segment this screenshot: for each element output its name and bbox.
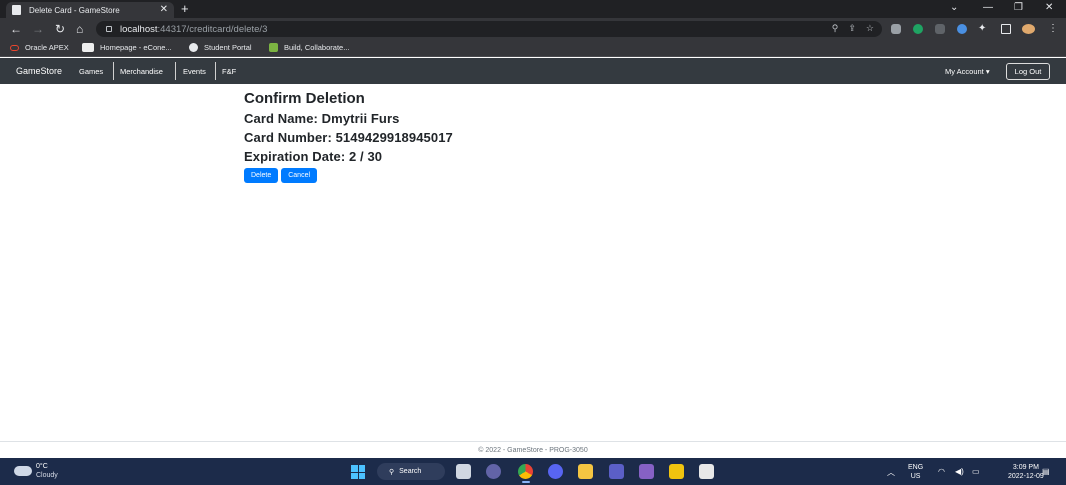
extension-icon[interactable] [957,24,967,34]
avatar[interactable] [1022,24,1035,34]
my-account-label: My Account [945,67,984,76]
taskbar-search[interactable]: ⚲ Search [377,463,445,480]
sidepanel-icon[interactable] [1001,24,1011,34]
cloud-icon[interactable] [14,466,32,476]
forward-icon[interactable]: → [32,22,44,36]
start-icon[interactable] [351,465,365,479]
logout-button[interactable]: Log Out [1006,63,1050,80]
extension-icon[interactable] [891,24,901,34]
visual-studio-icon[interactable] [639,464,654,479]
expiration-date: Expiration Date: 2 / 30 [244,149,383,164]
site-icon [82,43,94,52]
site-navbar: GameStore Games Merchandise Events F&F M… [0,58,1066,84]
tab-title: Delete Card - GameStore [29,5,120,15]
weather-desc[interactable]: Cloudy [36,472,58,479]
bookmark-item[interactable]: Homepage - eCone... [82,43,172,52]
close-window-icon[interactable]: ✕ [1045,2,1053,14]
action-buttons: Delete Cancel [244,168,453,183]
bookmark-item[interactable]: Build, Collaborate... [269,43,349,52]
teams-icon[interactable] [609,464,624,479]
my-account-dropdown[interactable]: My Account ▾ [945,67,990,76]
nav-merchandise[interactable]: Merchandise [120,67,163,76]
nav-divider [175,62,176,80]
task-view-icon[interactable] [456,464,471,479]
home-icon[interactable]: ⌂ [76,22,83,36]
share-icon[interactable]: ⇪ [848,23,856,34]
search-icon: ⚲ [389,468,395,476]
chrome-icon[interactable] [518,464,533,479]
search-label: Search [399,468,422,475]
chevron-up-icon[interactable]: ︿ [887,467,895,478]
zoom-icon[interactable]: ⚲ [832,23,839,34]
minimize-icon[interactable]: — [983,2,993,14]
app-icon[interactable] [699,464,714,479]
delete-button[interactable]: Delete [244,168,279,183]
reload-icon[interactable]: ↻ [55,22,65,36]
caret-down-icon: ▾ [985,67,990,76]
site-icon [269,43,278,52]
clock[interactable]: 3:09 PM 2022-12-09 [1008,463,1044,481]
weather-temp[interactable]: 0°C [36,463,48,470]
restore-icon[interactable]: ❐ [1014,2,1023,14]
menu-icon[interactable]: ⋮ [1048,22,1058,36]
nav-events[interactable]: Events [183,67,206,76]
globe-icon [189,43,198,52]
discord-icon[interactable] [548,464,563,479]
page-footer: © 2022 - GameStore - PROG-3050 [0,441,1066,458]
nav-divider [113,62,114,80]
nav-games[interactable]: Games [79,67,103,76]
notification-icon[interactable]: ▤ [1042,467,1050,476]
battery-icon[interactable]: ▭ [972,467,980,476]
new-tab-icon[interactable]: + [181,2,189,16]
nav-ff[interactable]: F&F [222,67,236,76]
address-bar[interactable]: localhost :44317/creditcard/delete/3 ⚲ ⇪… [96,21,882,37]
app-icon[interactable] [669,464,684,479]
bookmark-item[interactable]: Student Portal [189,43,252,52]
brand-link[interactable]: GameStore [16,66,62,76]
grammarly-icon[interactable] [913,24,923,34]
volume-icon[interactable]: ◀) [955,467,964,476]
bookmark-item[interactable]: Oracle APEX [10,43,69,52]
main-content: Confirm Deletion Card Name: Dmytrii Furs… [244,90,453,183]
bookmarks-bar: Oracle APEX Homepage - eCone... Student … [0,40,1066,57]
cancel-button[interactable]: Cancel [281,168,318,183]
lock-icon [106,26,112,32]
url-host: localhost [120,23,158,35]
browser-tab[interactable]: Delete Card - GameStore ✕ [6,2,174,18]
chat-icon[interactable] [486,464,501,479]
url-path: :44317/creditcard/delete/3 [157,23,268,35]
oracle-icon [10,44,19,51]
star-icon[interactable]: ☆ [866,23,874,34]
taskbar: 0°C Cloudy ⚲ Search ︿ ENG US ◠ ◀) ▭ 3:09… [0,458,1066,485]
card-name: Card Name: Dmytrii Furs [244,111,400,126]
page-icon [12,5,21,15]
wifi-icon[interactable]: ◠ [938,467,945,476]
extension-icon[interactable] [935,24,945,34]
browser-toolbar: ← → ↻ ⌂ localhost :44317/creditcard/dele… [0,18,1066,40]
browser-tabstrip: Delete Card - GameStore ✕ + ⌄ — ❐ ✕ [0,0,1066,18]
nav-divider [215,62,216,80]
active-indicator [522,481,530,483]
card-number: Card Number: 5149429918945017 [244,130,453,145]
page-title: Confirm Deletion [244,90,365,107]
back-icon[interactable]: ← [10,22,22,36]
chevron-down-icon[interactable]: ⌄ [950,2,958,14]
puzzle-icon[interactable]: ✦ [978,22,986,36]
language-indicator[interactable]: ENG US [908,463,923,481]
folder-icon[interactable] [578,464,593,479]
close-tab-icon[interactable]: ✕ [160,5,168,15]
